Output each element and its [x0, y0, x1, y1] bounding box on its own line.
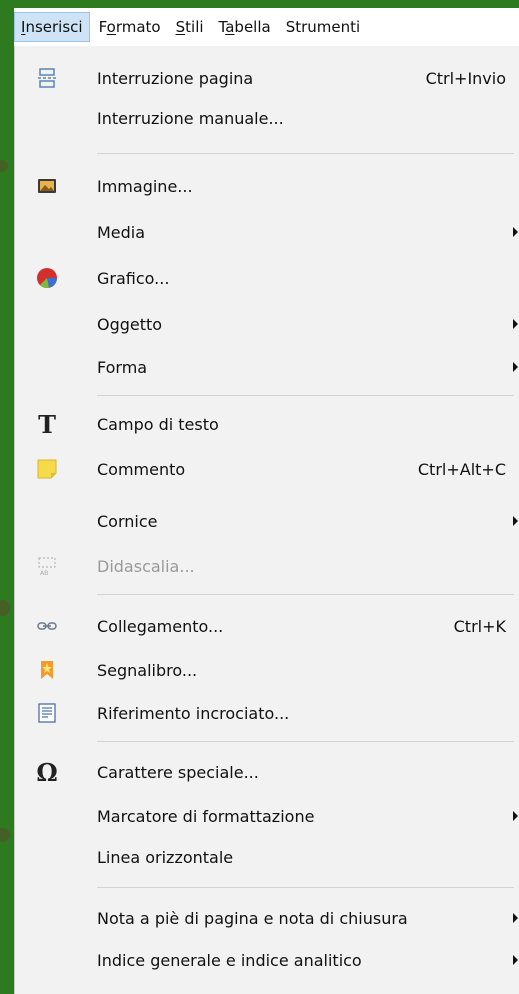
- menu-separator: [97, 395, 514, 396]
- menu-item-footnote-endnote[interactable]: Nota a piè di pagina e nota di chiusura: [15, 898, 519, 938]
- menu-item-formatting-mark[interactable]: Marcatore di formattazione: [15, 796, 519, 836]
- menu-separator: [97, 153, 514, 154]
- menu-item-label: Oggetto: [97, 314, 163, 334]
- menu-item-label: Indice generale e indice analitico: [97, 950, 362, 970]
- menu-item-label: Media: [97, 222, 146, 242]
- menubar-strumenti[interactable]: Strumenti: [279, 12, 366, 42]
- menu-item-media[interactable]: Media: [15, 212, 519, 252]
- menu-item-text-box[interactable]: T Campo di testo: [15, 404, 519, 444]
- caption-icon: AB: [35, 554, 59, 578]
- menu-item-label: Interruzione pagina: [97, 68, 254, 88]
- menu-item-chart[interactable]: Grafico...: [15, 258, 519, 298]
- page-break-icon: [35, 66, 59, 90]
- menubar-stili[interactable]: Stili: [169, 12, 210, 42]
- menu-item-image[interactable]: Immagine...: [15, 166, 519, 206]
- menu-item-label: Segnalibro...: [97, 660, 198, 680]
- menu-item-bookmark[interactable]: Segnalibro...: [15, 650, 519, 690]
- menu-item-special-character[interactable]: Ω Carattere speciale...: [15, 752, 519, 792]
- menu-item-label: Interruzione manuale...: [97, 108, 284, 128]
- background-spot: [0, 828, 10, 842]
- hyperlink-icon: [35, 614, 59, 638]
- menu-item-label: Forma: [97, 357, 148, 377]
- menu-item-label: Collegamento...: [97, 616, 224, 636]
- menu-item-shortcut: Ctrl+Invio: [425, 68, 506, 88]
- menu-separator: [97, 741, 514, 742]
- menu-item-frame[interactable]: Cornice: [15, 501, 519, 541]
- bookmark-icon: [35, 658, 59, 682]
- svg-text:AB: AB: [40, 570, 48, 577]
- menu-item-hyperlink[interactable]: Collegamento... Ctrl+K: [15, 606, 519, 646]
- menu-item-label: Cornice: [97, 511, 158, 531]
- image-icon: [35, 174, 59, 198]
- menu-item-shape[interactable]: Forma: [15, 347, 519, 387]
- chevron-right-icon: [513, 955, 518, 965]
- menu-item-manual-break[interactable]: Interruzione manuale...: [15, 98, 519, 138]
- chevron-right-icon: [513, 913, 518, 923]
- menu-separator: [97, 594, 514, 595]
- chevron-right-icon: [513, 811, 518, 821]
- menu-item-cross-reference[interactable]: Riferimento incrociato...: [15, 693, 519, 733]
- menu-item-label: Grafico...: [97, 268, 170, 288]
- menu-bar: Inserisci Formato Stili Tabella Strument…: [14, 8, 519, 46]
- menu-item-horizontal-line[interactable]: Linea orizzontale: [15, 837, 519, 877]
- chevron-right-icon: [513, 227, 518, 237]
- menu-item-label: Didascalia...: [97, 556, 195, 576]
- background-spot: [0, 600, 10, 616]
- menu-item-shortcut: Ctrl+K: [453, 616, 506, 636]
- menu-item-shortcut: Ctrl+Alt+C: [417, 459, 506, 479]
- menu-separator: [97, 887, 514, 888]
- menu-item-object[interactable]: Oggetto: [15, 304, 519, 344]
- menu-item-table-of-contents-index[interactable]: Indice generale e indice analitico: [15, 940, 519, 980]
- menu-item-label: Immagine...: [97, 176, 193, 196]
- menu-item-label: Riferimento incrociato...: [97, 703, 290, 723]
- menu-item-label: Campo di testo: [97, 414, 219, 434]
- menu-item-label: Nota a piè di pagina e nota di chiusura: [97, 908, 408, 928]
- menubar-formato[interactable]: Formato: [92, 12, 167, 42]
- cross-reference-icon: [35, 701, 59, 725]
- menu-item-comment[interactable]: Commento Ctrl+Alt+C: [15, 449, 519, 489]
- background-spot: [0, 160, 8, 172]
- chevron-right-icon: [513, 319, 518, 329]
- text-box-icon: T: [38, 409, 56, 439]
- menu-item-label: Linea orizzontale: [97, 847, 234, 867]
- menu-item-label: Carattere speciale...: [97, 762, 259, 782]
- menu-item-label: Marcatore di formattazione: [97, 806, 315, 826]
- insert-menu-dropdown: Interruzione pagina Ctrl+Invio Interruzi…: [14, 46, 519, 994]
- chevron-right-icon: [513, 362, 518, 372]
- chevron-right-icon: [513, 516, 518, 526]
- chart-icon: [35, 266, 59, 290]
- menu-item-label: Commento: [97, 459, 186, 479]
- menu-item-page-break[interactable]: Interruzione pagina Ctrl+Invio: [15, 58, 519, 98]
- menu-item-caption: AB Didascalia...: [15, 546, 519, 586]
- menubar-tabella[interactable]: Tabella: [212, 12, 277, 42]
- omega-icon: Ω: [36, 757, 58, 787]
- menubar-inserisci[interactable]: Inserisci: [14, 12, 90, 42]
- comment-icon: [35, 457, 59, 481]
